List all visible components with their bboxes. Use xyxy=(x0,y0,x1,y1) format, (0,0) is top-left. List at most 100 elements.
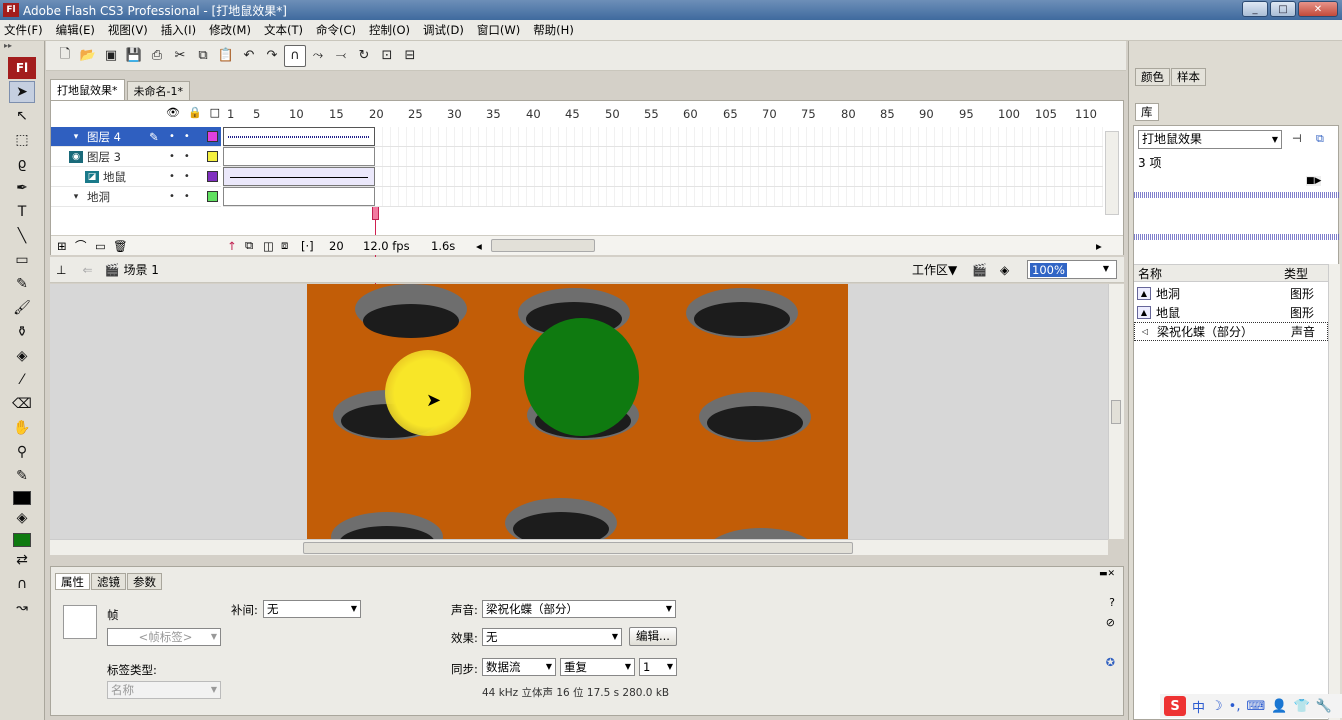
scene-name[interactable]: 场景 1 xyxy=(123,261,158,278)
line-tool-icon[interactable]: ╲ xyxy=(9,225,35,247)
open-file-icon[interactable]: 📂 xyxy=(77,45,99,67)
maximize-button[interactable]: □ xyxy=(1270,1,1296,17)
scroll-thumb[interactable] xyxy=(303,542,853,554)
onion-markers-icon[interactable]: [·] xyxy=(301,239,314,253)
close-button[interactable]: ✕ xyxy=(1298,1,1338,17)
zoom-combo[interactable]: 100% ▼ xyxy=(1027,260,1117,279)
layer-row[interactable]: ▾ 地洞 •• xyxy=(51,187,221,207)
repeat-count-input[interactable]: 1 xyxy=(639,658,677,676)
stage-area[interactable]: ➤ xyxy=(50,284,1108,539)
onion-skin-icon[interactable]: ⧉ xyxy=(245,238,253,253)
library-document-select[interactable]: 打地鼠效果 xyxy=(1138,130,1282,149)
mole-hole[interactable] xyxy=(355,284,467,338)
wrench-icon[interactable]: 🔧 xyxy=(1316,699,1332,714)
motion-tween-span[interactable] xyxy=(223,167,375,186)
tab-library[interactable]: 库 xyxy=(1135,103,1159,121)
frame-label-input[interactable]: <帧标签> xyxy=(107,628,221,646)
frame-grid[interactable] xyxy=(223,127,1103,207)
add-guide-icon[interactable]: ⌒ xyxy=(75,238,87,254)
scroll-thumb[interactable] xyxy=(1111,400,1121,424)
menu-insert[interactable]: 插入(I) xyxy=(161,22,196,38)
menu-commands[interactable]: 命令(C) xyxy=(316,22,356,38)
onion-outline-icon[interactable]: ◫ xyxy=(263,239,274,253)
menu-debug[interactable]: 调试(D) xyxy=(423,22,464,38)
sound-frame-span[interactable] xyxy=(223,127,375,146)
library-scrollbar[interactable] xyxy=(1328,264,1340,720)
panel-grip-icon[interactable]: ▸▸ xyxy=(0,41,44,53)
swap-colors-icon[interactable]: ⇄ xyxy=(9,549,35,571)
mole-hole[interactable] xyxy=(686,288,798,338)
sync-select[interactable]: 数据流 xyxy=(482,658,556,676)
info-icon[interactable]: ⊘ xyxy=(1106,616,1115,629)
layer-row[interactable]: ◉ 图层 3 •• xyxy=(51,147,221,167)
workspace-menu[interactable]: 工作区▼ xyxy=(912,261,957,278)
zoom-value[interactable]: 100% xyxy=(1030,263,1067,277)
edit-sound-button[interactable]: 编辑... xyxy=(629,627,677,646)
frame-row[interactable] xyxy=(223,147,1103,167)
label-type-select[interactable]: 名称 xyxy=(107,681,221,699)
free-transform-tool-icon[interactable]: ⬚ xyxy=(9,129,35,151)
tab-parameters[interactable]: 参数 xyxy=(127,573,162,590)
print-icon[interactable]: ⎙ xyxy=(146,45,168,67)
menu-text[interactable]: 文本(T) xyxy=(264,22,303,38)
keyframe-span[interactable] xyxy=(223,187,375,206)
menu-help[interactable]: 帮助(H) xyxy=(533,22,574,38)
align-icon[interactable]: ⊟ xyxy=(399,45,421,67)
fill-color-swatch[interactable] xyxy=(13,533,31,547)
library-item[interactable]: ▲ 地鼠 图形 xyxy=(1134,303,1328,322)
shirt-icon[interactable]: 👕 xyxy=(1293,699,1309,714)
rectangle-tool-icon[interactable]: ▭ xyxy=(9,249,35,271)
punctuation-icon[interactable]: •, xyxy=(1229,699,1241,714)
layer-visibility-dots[interactable]: •• xyxy=(169,171,199,182)
straighten-icon[interactable]: ⤙ xyxy=(330,45,352,67)
pen-tool-icon[interactable]: ✒ xyxy=(9,177,35,199)
hand-tool-icon[interactable]: ✋ xyxy=(9,417,35,439)
paint-bucket-tool-icon[interactable]: ◈ xyxy=(9,345,35,367)
scale-icon[interactable]: ⊡ xyxy=(376,45,398,67)
layer-color-swatch[interactable] xyxy=(207,131,218,142)
tab-properties[interactable]: 属性 xyxy=(55,573,90,590)
tab-filters[interactable]: 滤镜 xyxy=(91,573,126,590)
smooth-icon[interactable]: ⤳ xyxy=(307,45,329,67)
layer-row[interactable]: ▾ 图层 4 ✎ •• xyxy=(51,127,221,147)
tab-untitled[interactable]: 未命名-1* xyxy=(126,81,190,100)
stage-horizontal-scrollbar[interactable] xyxy=(50,539,1108,555)
timeline-horizontal-scrollbar[interactable] xyxy=(491,239,595,252)
edit-scene-icon[interactable]: 🎬 xyxy=(972,263,987,277)
menu-edit[interactable]: 编辑(E) xyxy=(56,22,95,38)
accessibility-icon[interactable]: ✪ xyxy=(1106,656,1115,669)
effect-select[interactable]: 无 xyxy=(482,628,622,646)
minimize-button[interactable]: _ xyxy=(1242,1,1268,17)
frame-row[interactable] xyxy=(223,127,1103,147)
library-item[interactable]: ▲ 地洞 图形 xyxy=(1134,284,1328,303)
add-layer-icon[interactable]: ⊞ xyxy=(57,239,67,253)
moon-icon[interactable]: ☽ xyxy=(1211,699,1223,714)
stop-icon[interactable]: ■▶ xyxy=(1306,176,1322,186)
text-tool-icon[interactable]: T xyxy=(9,201,35,223)
cut-icon[interactable]: ✂ xyxy=(169,45,191,67)
mole-hole[interactable] xyxy=(505,498,617,539)
undo-icon[interactable]: ↶ xyxy=(238,45,260,67)
layer-visibility-dots[interactable]: •• xyxy=(169,191,199,202)
ink-bottle-tool-icon[interactable]: ⚱ xyxy=(9,321,35,343)
eye-icon[interactable]: 👁 xyxy=(166,106,180,119)
stage-vertical-scrollbar[interactable] xyxy=(1108,284,1124,539)
keyboard-icon[interactable]: ⌨ xyxy=(1246,699,1265,714)
menu-modify[interactable]: 修改(M) xyxy=(209,22,251,38)
panel-menu-icon[interactable]: ▬✕ xyxy=(1099,569,1115,579)
lock-icon[interactable]: 🔒 xyxy=(188,106,202,119)
stroke-color-icon[interactable]: ✎ xyxy=(9,465,35,487)
edit-symbol-icon[interactable]: ◈ xyxy=(1000,263,1009,277)
mole-hole[interactable] xyxy=(331,512,443,539)
layer-color-swatch[interactable] xyxy=(207,191,218,202)
timeline-vertical-scrollbar[interactable] xyxy=(1105,131,1119,215)
help-icon[interactable]: ? xyxy=(1109,596,1115,609)
edit-multiple-icon[interactable]: ⧈ xyxy=(281,238,288,253)
layer-visibility-dots[interactable]: •• xyxy=(169,131,199,142)
chevron-down-icon[interactable]: ▼ xyxy=(1101,264,1111,273)
paste-icon[interactable]: 📋 xyxy=(215,45,237,67)
pencil-tool-icon[interactable]: ✎ xyxy=(9,273,35,295)
column-name[interactable]: 名称 xyxy=(1138,265,1162,282)
rotate-icon[interactable]: ↻ xyxy=(353,45,375,67)
menu-view[interactable]: 视图(V) xyxy=(108,22,148,38)
